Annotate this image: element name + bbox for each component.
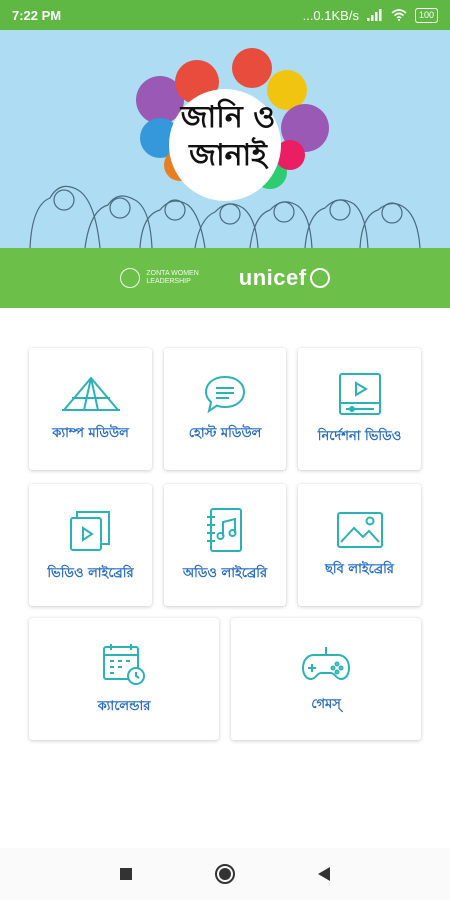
unicef-logo: unicef: [239, 265, 330, 291]
wifi-icon: [391, 9, 407, 21]
chat-bubble-icon: [204, 375, 246, 413]
battery-icon: 100: [414, 7, 438, 23]
camp-module-label: ক্যাম্প মডিউল: [52, 425, 129, 441]
recents-button[interactable]: [114, 862, 138, 886]
camp-module-button[interactable]: ক্যাম্প মডিউল: [29, 348, 152, 470]
status-indicators: ...0.1KB/s 100: [302, 7, 438, 23]
video-library-button[interactable]: ভিডিও লাইব্রেরি: [29, 484, 152, 606]
instruction-video-button[interactable]: নির্দেশনা ভিডিও: [298, 348, 421, 470]
music-notebook-icon: [207, 507, 242, 552]
games-button[interactable]: গেমস্: [231, 618, 421, 740]
video-library-icon: [69, 510, 110, 551]
header-banner: জানি ও জানাই: [0, 30, 450, 248]
calendar-icon: [103, 643, 145, 685]
image-icon: [336, 511, 383, 548]
calendar-button[interactable]: ক্যালেন্ডার: [29, 618, 219, 740]
banner-illustration: জানি ও জানাই: [29, 48, 421, 248]
zonta-logo: ZONTA WOMEN LEADERSHIP: [120, 268, 199, 288]
calendar-label: ক্যালেন্ডার: [97, 698, 151, 714]
network-speed: ...0.1KB/s: [302, 7, 359, 23]
signal-icon: [366, 9, 382, 21]
audio-library-label: অডিও লাইব্রেরি: [182, 565, 268, 581]
zonta-text-line1: ZONTA WOMEN: [146, 270, 199, 277]
host-module-button[interactable]: হোস্ট মডিউল: [164, 348, 286, 470]
image-library-button[interactable]: ছবি লাইব্রেরি: [298, 484, 421, 606]
zonta-mark-icon: [120, 268, 141, 288]
system-nav-bar: [0, 848, 450, 900]
audio-library-button[interactable]: অডিও লাইব্রেরি: [164, 484, 286, 606]
games-label: গেমস্: [311, 696, 341, 712]
partner-logos: ZONTA WOMEN LEADERSHIP unicef: [0, 248, 450, 308]
zonta-text-line2: LEADERSHIP: [146, 278, 191, 285]
home-button[interactable]: [213, 862, 237, 886]
module-grid: ক্যাম্প মডিউল হোস্ট মডিউল নির্দেশনা ভিডি…: [0, 308, 450, 848]
triangle-back-icon: [318, 867, 330, 881]
unicef-globe-icon: [309, 268, 330, 288]
status-bar: 7:22 PM ...0.1KB/s 100: [0, 0, 450, 30]
square-icon: [120, 868, 132, 880]
video-player-icon: [338, 372, 381, 415]
tent-icon: [61, 375, 120, 411]
host-module-label: হোস্ট মডিউল: [188, 425, 262, 441]
image-library-label: ছবি লাইব্রেরি: [325, 561, 394, 577]
banner-title-line2: জানাই: [188, 137, 269, 173]
unicef-text: unicef: [238, 265, 307, 290]
instruction-video-label: নির্দেশনা ভিডিও: [317, 428, 402, 444]
video-library-label: ভিডিও লাইব্রেরি: [47, 565, 134, 581]
gamepad-icon: [301, 646, 351, 680]
status-time: 7:22 PM: [12, 7, 62, 23]
circle-icon: [215, 864, 235, 884]
banner-title-line1: জানি ও: [180, 98, 276, 135]
back-button[interactable]: [312, 862, 336, 886]
